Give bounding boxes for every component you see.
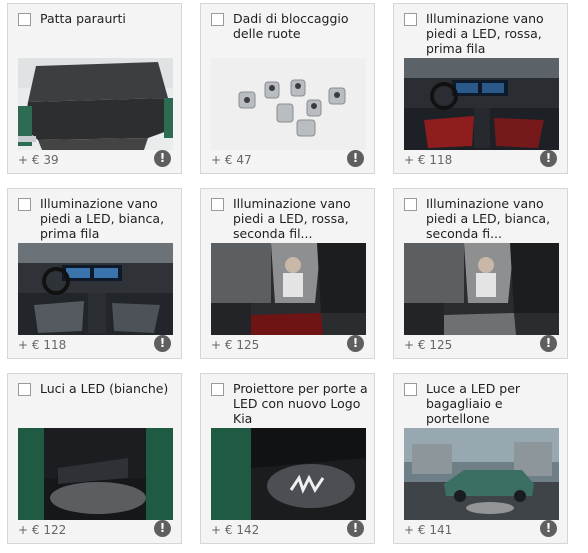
accessory-title: Patta paraurti [40,11,126,26]
card-header: Illuminazione vano piedi a LED, bianca, … [8,189,181,241]
white-footwell-rear-image [404,243,559,335]
accessory-price: + € 118 [404,153,453,167]
card-header: Illuminazione vano piedi a LED, bianca, … [394,189,567,241]
select-checkbox[interactable] [404,383,417,396]
info-icon[interactable]: ! [154,335,171,352]
accessory-price: + € 122 [18,523,67,537]
card-header: Patta paraurti [8,4,181,56]
accessory-price: + € 125 [404,338,453,352]
red-footwell-rear-image [211,243,366,335]
accessory-card-bumper-protector[interactable]: Patta paraurti + € 39 ! [7,3,182,174]
accessory-card-white-footwell-front[interactable]: Illuminazione vano piedi a LED, bianca, … [7,188,182,359]
accessory-card-wheel-lock-nuts[interactable]: Dadi di bloccaggio delle ruote + € 47 ! [200,3,375,174]
card-header: Illuminazione vano piedi a LED, rossa, p… [394,4,567,56]
card-header: Luci a LED (bianche) [8,374,181,426]
card-header: Proiettore per porte a LED con nuovo Log… [201,374,374,426]
info-icon[interactable]: ! [347,150,364,167]
accessory-card-door-led-lights[interactable]: Luci a LED (bianche) + € 122 ! [7,373,182,544]
accessory-title: Proiettore per porte a LED con nuovo Log… [233,381,368,426]
accessory-title: Luce a LED per bagagliaio e portellone [426,381,521,426]
logo-projector-image [211,428,366,520]
card-header: Illuminazione vano piedi a LED, rossa, s… [201,189,374,241]
accessory-card-red-footwell-rear[interactable]: Illuminazione vano piedi a LED, rossa, s… [200,188,375,359]
accessory-price: + € 118 [18,338,67,352]
accessory-price: + € 141 [404,523,453,537]
info-icon[interactable]: ! [154,150,171,167]
accessory-card-logo-projector[interactable]: Proiettore per porte a LED con nuovo Log… [200,373,375,544]
select-checkbox[interactable] [18,198,31,211]
accessory-card-red-footwell-front[interactable]: Illuminazione vano piedi a LED, rossa, p… [393,3,568,174]
info-icon[interactable]: ! [347,335,364,352]
accessory-title: Illuminazione vano piedi a LED, bianca, … [426,196,551,241]
bumper-protector-image [18,58,173,150]
accessory-title: Illuminazione vano piedi a LED, bianca, … [40,196,165,241]
select-checkbox[interactable] [18,383,31,396]
select-checkbox[interactable] [211,198,224,211]
card-header: Dadi di bloccaggio delle ruote [201,4,374,56]
info-icon[interactable]: ! [540,335,557,352]
accessory-title: Luci a LED (bianche) [40,381,169,396]
info-icon[interactable]: ! [540,520,557,537]
select-checkbox[interactable] [18,13,31,26]
accessory-title: Dadi di bloccaggio delle ruote [233,11,349,41]
accessory-title: Illuminazione vano piedi a LED, rossa, p… [426,11,544,56]
select-checkbox[interactable] [211,383,224,396]
accessory-grid: Patta paraurti + € 39 ! Dadi di bloccagg… [0,0,588,553]
info-icon[interactable]: ! [347,520,364,537]
accessory-card-white-footwell-rear[interactable]: Illuminazione vano piedi a LED, bianca, … [393,188,568,359]
white-footwell-front-image [18,243,173,335]
accessory-card-tailgate-led[interactable]: Luce a LED per bagagliaio e portellone +… [393,373,568,544]
tailgate-led-image [404,428,559,520]
card-header: Luce a LED per bagagliaio e portellone [394,374,567,426]
accessory-price: + € 47 [211,153,252,167]
info-icon[interactable]: ! [154,520,171,537]
wheel-lock-nuts-image [211,58,366,150]
select-checkbox[interactable] [211,13,224,26]
door-led-lights-image [18,428,173,520]
red-footwell-front-image [404,58,559,150]
select-checkbox[interactable] [404,198,417,211]
select-checkbox[interactable] [404,13,417,26]
accessory-price: + € 39 [18,153,59,167]
accessory-title: Illuminazione vano piedi a LED, rossa, s… [233,196,351,241]
accessory-price: + € 142 [211,523,260,537]
info-icon[interactable]: ! [540,150,557,167]
accessory-price: + € 125 [211,338,260,352]
